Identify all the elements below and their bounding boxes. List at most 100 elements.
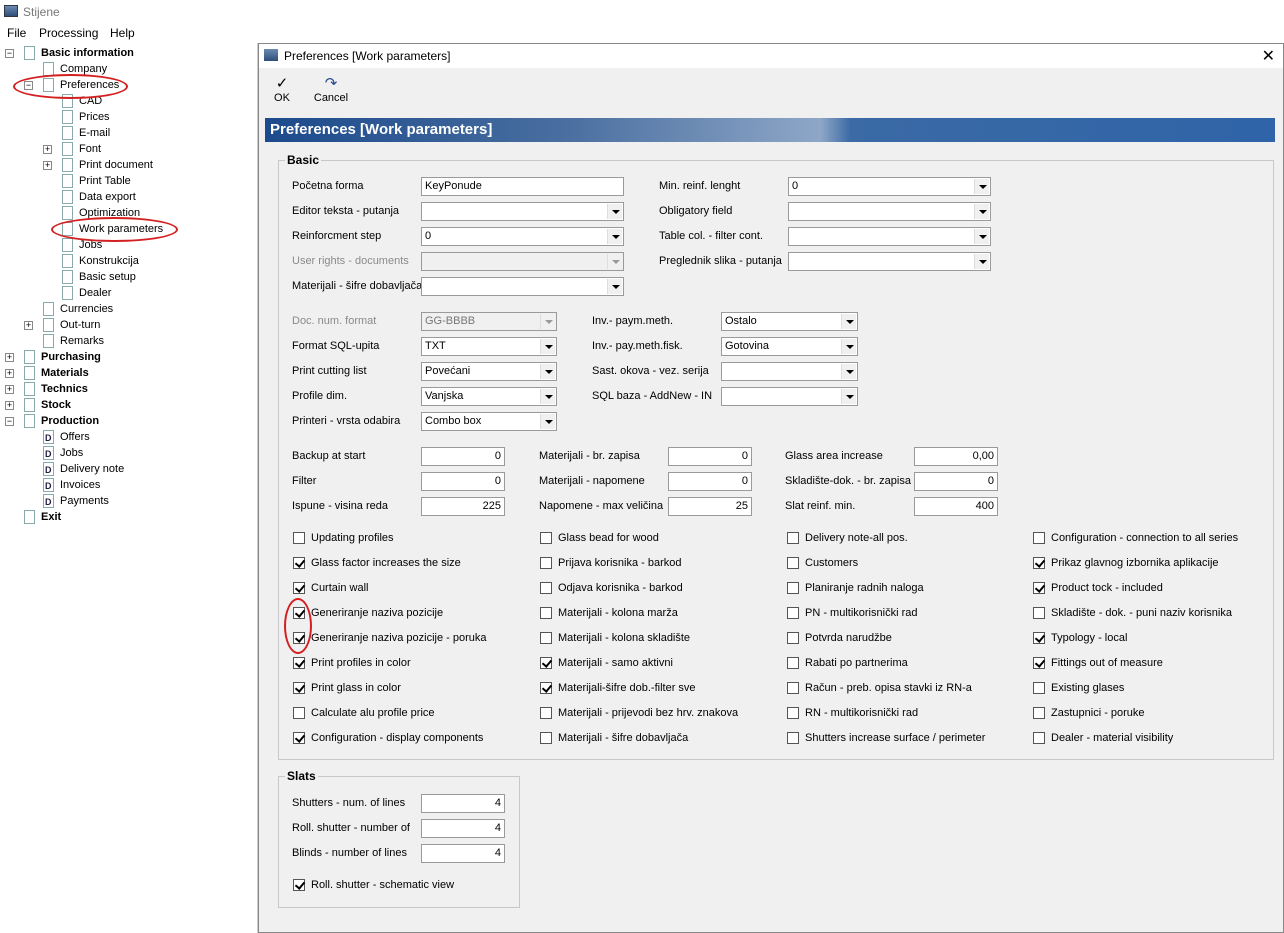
doc_num-label: Doc. num. format xyxy=(292,315,377,327)
ok-button[interactable]: ✓ OK xyxy=(267,76,297,105)
sast_okova-combo[interactable] xyxy=(721,362,858,381)
chevron-down-icon[interactable] xyxy=(540,364,555,379)
menu-help[interactable]: Help xyxy=(110,26,135,40)
checkbox-box[interactable] xyxy=(293,557,305,569)
chevron-down-icon[interactable] xyxy=(974,254,989,269)
checkbox-box[interactable] xyxy=(1033,557,1045,569)
checkbox-box[interactable] xyxy=(787,657,799,669)
chevron-down-icon[interactable] xyxy=(841,364,856,379)
checkbox-box[interactable] xyxy=(293,582,305,594)
print_cutting-combo[interactable]: Povećani xyxy=(421,362,557,381)
checkbox-box[interactable] xyxy=(787,732,799,744)
checkbox-box[interactable] xyxy=(1033,657,1045,669)
skladiste_br-input[interactable]: 0 xyxy=(914,472,998,491)
napomene_max-input[interactable]: 25 xyxy=(668,497,752,516)
inv_pay_fisk-combo[interactable]: Gotovina xyxy=(721,337,858,356)
pocetna_forma-input[interactable]: KeyPonude xyxy=(421,177,624,196)
printeri-combo[interactable]: Combo box xyxy=(421,412,557,431)
checkbox-box[interactable] xyxy=(540,557,552,569)
table_col-combo[interactable] xyxy=(788,227,991,246)
checkbox-box[interactable] xyxy=(787,682,799,694)
checkbox-box[interactable] xyxy=(540,582,552,594)
mat_br_zapisa-input[interactable]: 0 xyxy=(668,447,752,466)
checkbox-box[interactable] xyxy=(540,607,552,619)
chevron-down-icon[interactable] xyxy=(841,339,856,354)
backup-input[interactable]: 0 xyxy=(421,447,505,466)
filter-input[interactable]: 0 xyxy=(421,472,505,491)
menu-processing[interactable]: Processing xyxy=(39,26,98,40)
tree-item-label: Production xyxy=(41,415,100,427)
chevron-down-icon[interactable] xyxy=(540,339,555,354)
checkbox-box[interactable] xyxy=(787,582,799,594)
close-icon[interactable]: ✕ xyxy=(1262,46,1275,66)
chevron-down-icon[interactable] xyxy=(841,314,856,329)
checkbox-box[interactable] xyxy=(293,682,305,694)
checkbox-box[interactable] xyxy=(1033,732,1045,744)
chevron-down-icon[interactable] xyxy=(607,279,622,294)
expand-icon[interactable]: + xyxy=(43,145,52,154)
expand-icon[interactable]: + xyxy=(24,321,33,330)
checkbox-box[interactable] xyxy=(293,657,305,669)
annotation-circle-checkboxes xyxy=(284,598,312,654)
checkbox-box[interactable] xyxy=(1033,607,1045,619)
chevron-down-icon[interactable] xyxy=(540,389,555,404)
checkbox-box[interactable] xyxy=(1033,682,1045,694)
checkbox-box[interactable] xyxy=(540,657,552,669)
chevron-down-icon[interactable] xyxy=(974,179,989,194)
tree-item-label: Print document xyxy=(79,159,153,171)
checkbox-box[interactable] xyxy=(787,632,799,644)
expand-icon[interactable]: + xyxy=(43,161,52,170)
checkbox-box[interactable] xyxy=(293,879,305,891)
checkbox-box[interactable] xyxy=(787,707,799,719)
collapse-icon[interactable]: − xyxy=(5,417,14,426)
checkbox-box[interactable] xyxy=(1033,582,1045,594)
cancel-button[interactable]: ↷ Cancel xyxy=(309,76,353,105)
chevron-down-icon[interactable] xyxy=(974,204,989,219)
checkbox-box[interactable] xyxy=(293,532,305,544)
checkbox-box[interactable] xyxy=(1033,632,1045,644)
inv_paym-combo[interactable]: Ostalo xyxy=(721,312,858,331)
mat_napomene-input[interactable]: 0 xyxy=(668,472,752,491)
glass_area-input[interactable]: 0,00 xyxy=(914,447,998,466)
checkbox-box[interactable] xyxy=(787,557,799,569)
menu-file[interactable]: File xyxy=(7,26,26,40)
shutters_lines-input[interactable]: 4 xyxy=(421,794,505,813)
checkbox-box[interactable] xyxy=(787,532,799,544)
sql_baza-combo[interactable] xyxy=(721,387,858,406)
tree-item-label: Konstrukcija xyxy=(79,255,139,267)
min_reinf-combo[interactable]: 0 xyxy=(788,177,991,196)
expand-icon[interactable]: + xyxy=(5,369,14,378)
checkbox-box[interactable] xyxy=(1033,532,1045,544)
preglednik-combo[interactable] xyxy=(788,252,991,271)
checkbox-box[interactable] xyxy=(293,707,305,719)
collapse-icon[interactable]: − xyxy=(5,49,14,58)
materijali_sifre-combo[interactable] xyxy=(421,277,624,296)
chevron-down-icon[interactable] xyxy=(974,229,989,244)
expand-icon[interactable]: + xyxy=(5,385,14,394)
document-icon xyxy=(24,46,35,60)
chevron-down-icon[interactable] xyxy=(841,389,856,404)
checkbox-box[interactable] xyxy=(540,732,552,744)
checkbox-box[interactable] xyxy=(540,532,552,544)
checkbox-label: Configuration - display components xyxy=(311,732,484,744)
checkbox-box[interactable] xyxy=(293,732,305,744)
slat_reinf-input[interactable]: 400 xyxy=(914,497,998,516)
chevron-down-icon[interactable] xyxy=(607,204,622,219)
profile_dim-combo[interactable]: Vanjska xyxy=(421,387,557,406)
expand-icon[interactable]: + xyxy=(5,353,14,362)
chevron-down-icon[interactable] xyxy=(607,229,622,244)
checkbox-box[interactable] xyxy=(787,607,799,619)
checkbox-box[interactable] xyxy=(540,632,552,644)
expand-icon[interactable]: + xyxy=(5,401,14,410)
blinds-input[interactable]: 4 xyxy=(421,844,505,863)
checkbox-box[interactable] xyxy=(1033,707,1045,719)
checkbox-box[interactable] xyxy=(540,707,552,719)
format_sql-combo[interactable]: TXT xyxy=(421,337,557,356)
chevron-down-icon[interactable] xyxy=(540,414,555,429)
obligatory-combo[interactable] xyxy=(788,202,991,221)
roll_shutter-input[interactable]: 4 xyxy=(421,819,505,838)
reinforcment_step-combo[interactable]: 0 xyxy=(421,227,624,246)
editor_teksta-combo[interactable] xyxy=(421,202,624,221)
checkbox-box[interactable] xyxy=(540,682,552,694)
ispune-input[interactable]: 225 xyxy=(421,497,505,516)
